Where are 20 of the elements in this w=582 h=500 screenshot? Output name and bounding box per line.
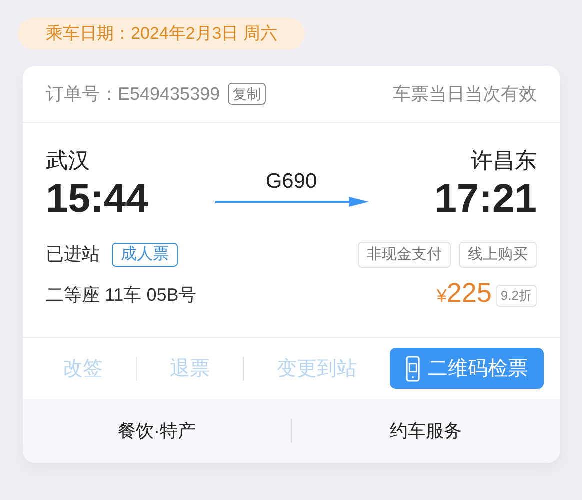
copy-button[interactable]: 复制 — [228, 83, 266, 105]
entry-status: 已进站 — [46, 243, 100, 266]
train-number: G690 — [266, 168, 318, 194]
payment-tag: 非现金支付 — [358, 242, 451, 268]
departure-time: 15:44 — [46, 176, 148, 223]
travel-date: 乘车日期：2024年2月3日 周六 — [46, 23, 278, 46]
ticket-type-tag: 成人票 — [112, 242, 178, 266]
payment-tag: 线上购买 — [459, 242, 537, 268]
phone-icon — [406, 356, 420, 382]
arrival-time: 17:21 — [434, 176, 537, 223]
service-link[interactable]: 餐饮·特产 — [118, 418, 196, 444]
validity-note: 车票当日当次有效 — [393, 82, 537, 106]
service-link[interactable]: 约车服务 — [390, 418, 462, 444]
qr-check-button[interactable]: 二维码检票 — [390, 348, 544, 389]
departure-station: 武汉 — [46, 147, 91, 175]
price: ¥225 — [436, 277, 492, 310]
seat-info: 二等座 11车 05B号 — [46, 284, 197, 307]
order-number: 订单号：E549435399 — [46, 82, 220, 106]
arrival-station: 许昌东 — [471, 147, 537, 175]
discount-tag: 9.2折 — [496, 284, 537, 306]
